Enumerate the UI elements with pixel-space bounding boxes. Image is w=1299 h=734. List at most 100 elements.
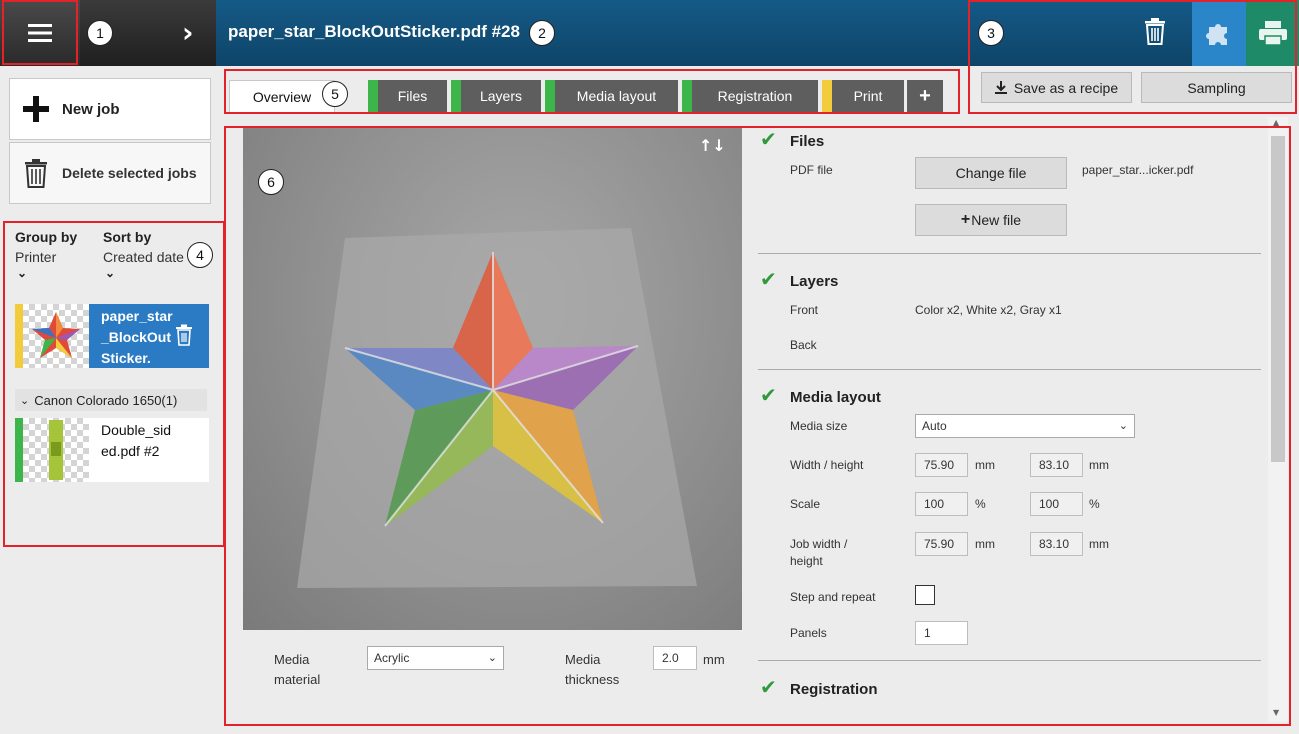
- group-by-label: Group by: [15, 229, 78, 245]
- check-icon: ✔: [760, 383, 777, 407]
- change-file-label: Change file: [955, 165, 1027, 181]
- media-size-select[interactable]: Auto ⌄: [915, 414, 1135, 438]
- tab-files[interactable]: Files: [368, 80, 447, 112]
- job-name: Double_sided.pdf #2: [101, 422, 172, 459]
- plugins-button[interactable]: [1192, 0, 1246, 66]
- job-thumbnail: [23, 418, 89, 482]
- chevron-down-icon: ⌄: [20, 393, 30, 407]
- job-name: paper_star_BlockOutSticker.: [101, 308, 173, 366]
- callout-marker: 3: [978, 20, 1004, 46]
- new-job-button[interactable]: New job: [9, 78, 211, 140]
- panels-input[interactable]: 1: [915, 621, 968, 645]
- new-file-button[interactable]: + New file: [915, 204, 1067, 236]
- width-value: 75.90: [924, 458, 955, 472]
- media-layout-section-title: Media layout: [790, 389, 881, 406]
- media-thickness-input[interactable]: 2.0: [653, 646, 697, 670]
- height-value: 83.10: [1039, 458, 1070, 472]
- scroll-up-icon[interactable]: ▲: [1273, 118, 1279, 127]
- download-icon: [994, 81, 1007, 94]
- front-value: Color x2, White x2, Gray x1: [915, 303, 1062, 317]
- trash-icon: [25, 159, 47, 188]
- sort-by-value[interactable]: Created date: [103, 249, 184, 265]
- scale-y-input[interactable]: 100: [1030, 492, 1083, 516]
- back-label: Back: [790, 338, 817, 352]
- scale-x-input[interactable]: 100: [915, 492, 968, 516]
- page-title: paper_star_BlockOutSticker.pdf #28: [228, 22, 520, 41]
- job-width-input[interactable]: 75.90: [915, 532, 968, 556]
- callout-marker: 2: [529, 20, 555, 46]
- tab-status-indicator: [368, 80, 378, 112]
- job-preview-canvas[interactable]: ↑↓: [243, 128, 742, 630]
- tab-print[interactable]: Print: [822, 80, 904, 112]
- plus-icon: [23, 96, 49, 122]
- callout-marker: 4: [187, 242, 213, 268]
- section-divider: [758, 253, 1261, 254]
- tab-label: Registration: [717, 88, 793, 104]
- print-button[interactable]: [1246, 0, 1299, 66]
- scale-label: Scale: [790, 497, 821, 511]
- tab-layers[interactable]: Layers: [451, 80, 541, 112]
- scale-x-value: 100: [924, 497, 945, 511]
- unit-label: %: [975, 497, 986, 511]
- tab-status-indicator: [682, 80, 692, 112]
- layers-section-title: Layers: [790, 273, 839, 290]
- height-input[interactable]: 83.10: [1030, 453, 1083, 477]
- tab-registration[interactable]: Registration: [682, 80, 818, 112]
- new-file-label: New file: [971, 212, 1022, 228]
- sampling-button[interactable]: Sampling: [1141, 72, 1292, 103]
- step-repeat-checkbox[interactable]: [915, 585, 935, 605]
- check-icon: ✔: [760, 675, 777, 699]
- media-material-select[interactable]: Acrylic ⌄: [367, 646, 504, 670]
- panels-label: Panels: [790, 626, 827, 640]
- unit-label: %: [1089, 497, 1100, 511]
- hamburger-menu-button[interactable]: [0, 0, 80, 66]
- tab-overview[interactable]: Overview: [229, 80, 335, 112]
- scrollbar-thumb[interactable]: [1271, 136, 1285, 462]
- tab-label: Media layout: [576, 88, 657, 104]
- tab-label: Overview: [252, 88, 312, 105]
- job-card[interactable]: Double_sided.pdf #2: [15, 418, 209, 482]
- check-icon: ✔: [760, 267, 777, 291]
- delete-job-button[interactable]: [1140, 14, 1170, 48]
- width-input[interactable]: 75.90: [915, 453, 968, 477]
- files-section-title: Files: [790, 133, 825, 150]
- trash-icon[interactable]: [175, 324, 193, 346]
- section-divider: [758, 369, 1261, 370]
- chevron-right-icon[interactable]: ›: [182, 16, 194, 49]
- sampling-label: Sampling: [1187, 79, 1246, 96]
- job-card-selected[interactable]: paper_star_BlockOutSticker.: [15, 304, 209, 368]
- registration-section-title: Registration: [790, 681, 878, 698]
- group-by-value[interactable]: Printer: [15, 249, 56, 265]
- star-thumbnail: [32, 312, 80, 358]
- delete-jobs-button[interactable]: Delete selected jobs: [9, 142, 211, 204]
- printer-group-header[interactable]: ⌄ Canon Colorado 1650(1): [15, 389, 207, 411]
- panels-value: 1: [924, 626, 931, 640]
- plus-icon: +: [919, 84, 931, 107]
- check-icon: ✔: [760, 127, 777, 151]
- chevron-down-icon[interactable]: ⌄: [17, 266, 27, 280]
- save-recipe-label: Save as a recipe: [1013, 79, 1119, 96]
- star-preview: [297, 228, 697, 588]
- job-height-input[interactable]: 83.10: [1030, 532, 1083, 556]
- new-job-label: New job: [62, 100, 120, 118]
- media-thickness-label: Media thickness: [565, 652, 620, 687]
- job-status-stripe: [15, 418, 23, 482]
- save-recipe-button[interactable]: Save as a recipe: [981, 72, 1132, 103]
- scale-y-value: 100: [1039, 497, 1060, 511]
- sort-arrows-icon[interactable]: ↑↓: [699, 136, 726, 155]
- media-material-label: Media material: [274, 652, 321, 687]
- media-size-value: Auto: [922, 419, 947, 433]
- tab-media-layout[interactable]: Media layout: [545, 80, 678, 112]
- scroll-down-icon[interactable]: ▼: [1273, 708, 1279, 717]
- delete-jobs-label: Delete selected jobs: [62, 165, 197, 181]
- change-file-button[interactable]: Change file: [915, 157, 1067, 189]
- add-tab-button[interactable]: +: [907, 80, 943, 112]
- unit-label: mm: [703, 652, 725, 667]
- puzzle-icon: [1206, 24, 1227, 45]
- chevron-down-icon[interactable]: ⌄: [105, 266, 115, 280]
- step-repeat-label: Step and repeat: [790, 590, 876, 604]
- job-width-value: 75.90: [924, 537, 955, 551]
- chevron-down-icon: ⌄: [1118, 418, 1128, 432]
- job-status-stripe: [15, 304, 23, 368]
- front-label: Front: [790, 303, 819, 317]
